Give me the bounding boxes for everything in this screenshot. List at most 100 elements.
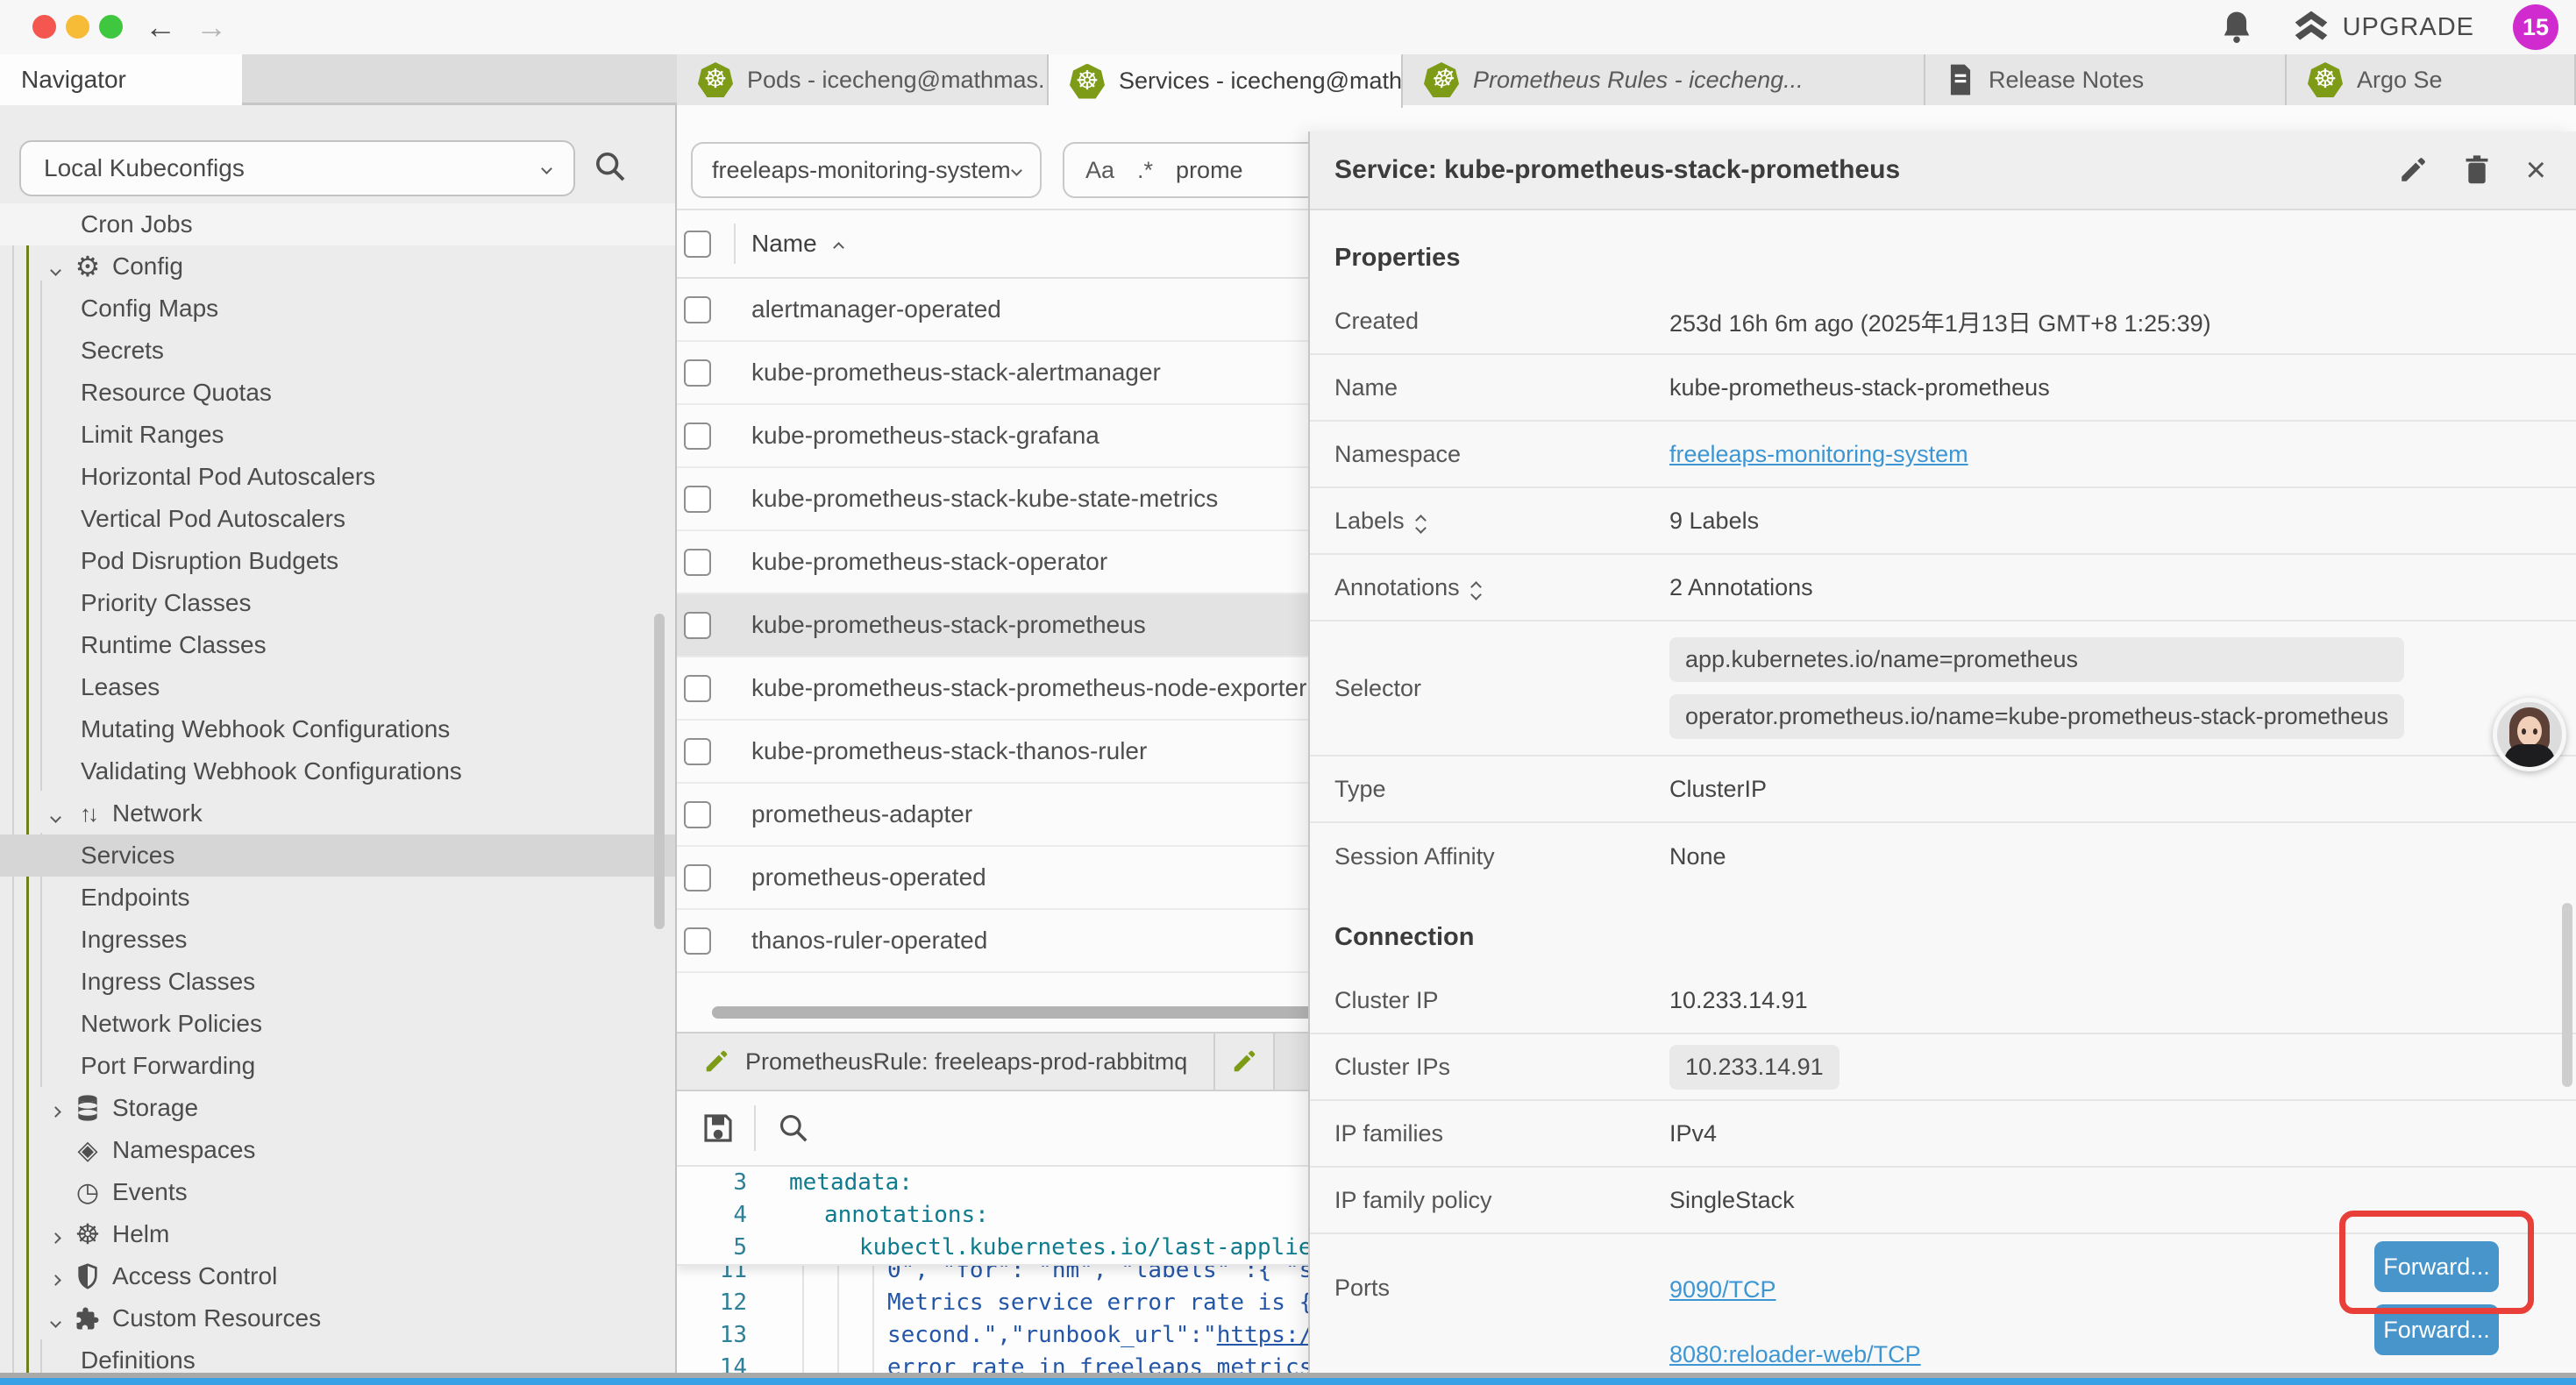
sidebar-item-ingress-classes[interactable]: Ingress Classes [0,961,677,1003]
sidebar-item-runtime-classes[interactable]: Runtime Classes [0,624,677,666]
forward-button[interactable]: Forward... [2374,1241,2499,1292]
selector-chip: app.kubernetes.io/name=prometheus [1669,637,2404,682]
sidebar-item-ingresses[interactable]: Ingresses [0,919,677,961]
detail-value: 10.233.14.91 [1669,987,1808,1014]
row-checkbox[interactable] [684,612,711,639]
account-badge[interactable]: 15 [2513,4,2558,50]
traffic-light-close[interactable] [32,15,56,39]
up-down-arrows-icon: ↑↓ [80,800,96,827]
chevron-down-icon[interactable] [50,265,61,276]
chevron-down-icon[interactable] [50,1317,61,1328]
clock-icon: ◷ [76,1177,99,1208]
name-column-header[interactable]: Name [751,230,817,258]
row-checkbox[interactable] [684,296,711,323]
navigator-sidebar: Local Kubeconfigs Cron Jobs⚙Config Config… [0,105,677,1385]
tab-services[interactable]: ☸Services - icecheng@math...× [1049,54,1403,108]
detail-title: Service: kube-prometheus-stack-prometheu… [1334,155,1900,185]
chevron-right-icon[interactable] [50,1106,61,1118]
history-back-button[interactable]: ← [140,5,181,49]
port-link[interactable]: 9090/TCP [1669,1276,1776,1303]
forward-button[interactable]: Forward... [2374,1304,2499,1355]
notifications-bell-icon[interactable] [2220,9,2253,46]
sidebar-item-helm[interactable]: ☸Helm [0,1213,677,1255]
navigator-panel-tab[interactable]: Navigator [0,54,242,105]
sidebar-item-services[interactable]: Services [0,835,677,877]
assistant-avatar[interactable] [2493,698,2566,771]
edit-icon[interactable] [2398,155,2428,185]
sidebar-item-namespaces[interactable]: ◈Namespaces [0,1129,677,1171]
editor-tab-label: PrometheusRule: freeleaps-prod-rabbitmq [745,1048,1187,1076]
chevron-down-icon [541,163,552,174]
tab-release[interactable]: Release Notes [1925,54,2287,105]
close-icon[interactable]: × [2526,153,2546,188]
row-checkbox[interactable] [684,486,711,513]
sidebar-item-label: Config Maps [81,295,218,323]
service-name: prometheus-operated [751,863,986,891]
sidebar-search-icon[interactable] [593,149,628,184]
sidebar-item-pod-disruption-budgets[interactable]: Pod Disruption Budgets [0,540,677,582]
editor-tab-prometheusrule[interactable]: PrometheusRule: freeleaps-prod-rabbitmq [677,1033,1215,1090]
sidebar-item-network-policies[interactable]: Network Policies [0,1003,677,1045]
sidebar-item-endpoints[interactable]: Endpoints [0,877,677,919]
sidebar-item-storage[interactable]: Storage [0,1087,677,1129]
sidebar-item-limit-ranges[interactable]: Limit Ranges [0,414,677,456]
history-forward-button[interactable]: → [191,5,231,49]
sidebar-item-config-maps[interactable]: Config Maps [0,288,677,330]
tab-label: Pods - icecheng@mathmas... [747,67,1049,94]
kubeconfig-select[interactable]: Local Kubeconfigs [19,140,575,196]
sidebar-item-mutating-webhook-configurations[interactable]: Mutating Webhook Configurations [0,708,677,750]
row-checkbox[interactable] [684,864,711,891]
traffic-light-zoom[interactable] [99,15,123,39]
sidebar-item-port-forwarding[interactable]: Port Forwarding [0,1045,677,1087]
sidebar-item-events[interactable]: ◷Events [0,1171,677,1213]
row-checkbox[interactable] [684,549,711,576]
regex-toggle[interactable]: .* [1137,157,1153,184]
detail-row-ip-family-policy: IP family policySingleStack [1310,1168,2576,1234]
port-link[interactable]: 8080:reloader-web/TCP [1669,1341,1921,1368]
upgrade-button[interactable]: UPGRADE [2292,8,2474,46]
sidebar-item-network[interactable]: ↑↓ Network [0,792,677,835]
sidebar-item-custom-resources[interactable]: Custom Resources [0,1297,677,1339]
delete-icon[interactable] [2463,154,2491,186]
chevron-right-icon[interactable] [50,1275,61,1286]
expand-collapse-icon[interactable] [1472,578,1480,599]
sidebar-item-leases[interactable]: Leases [0,666,677,708]
tab-prometheus[interactable]: ☸Prometheus Rules - icecheng... [1403,54,1925,105]
tab-argo[interactable]: ☸Argo Se [2287,54,2576,105]
detail-label: Labels [1310,508,1669,535]
namespace-link[interactable]: freeleaps-monitoring-system [1669,441,1968,468]
detail-row-name: Namekube-prometheus-stack-prometheus [1310,355,2576,422]
save-icon[interactable] [700,1110,737,1147]
sidebar-item-access-control[interactable]: Access Control [0,1255,677,1297]
traffic-light-minimize[interactable] [66,15,89,39]
upgrade-label: UPGRADE [2343,13,2474,42]
editor-tab-secondary[interactable] [1215,1033,1275,1090]
sidebar-item-vertical-pod-autoscalers[interactable]: Vertical Pod Autoscalers [0,498,677,540]
detail-scrollbar[interactable] [2562,903,2572,1087]
row-checkbox[interactable] [684,801,711,828]
chevron-down-icon[interactable] [50,812,61,823]
sidebar-item-cron-jobs[interactable]: Cron Jobs [0,203,677,245]
row-checkbox[interactable] [684,927,711,955]
sidebar-item-priority-classes[interactable]: Priority Classes [0,582,677,624]
editor-search-icon[interactable] [777,1112,810,1145]
sidebar-item-label: Network [112,799,203,827]
sidebar-item-resource-quotas[interactable]: Resource Quotas [0,372,677,414]
sidebar-item-validating-webhook-configurations[interactable]: Validating Webhook Configurations [0,750,677,792]
row-checkbox[interactable] [684,738,711,765]
service-name: alertmanager-operated [751,295,1001,323]
row-checkbox[interactable] [684,359,711,387]
sidebar-item-config[interactable]: ⚙Config [0,245,677,288]
row-checkbox[interactable] [684,423,711,450]
expand-collapse-icon[interactable] [1417,511,1425,532]
select-all-checkbox[interactable] [684,231,711,258]
sidebar-scrollbar[interactable] [654,614,665,929]
chevron-right-icon[interactable] [50,1232,61,1244]
namespace-select[interactable]: freeleaps-monitoring-system [691,142,1042,198]
sidebar-item-horizontal-pod-autoscalers[interactable]: Horizontal Pod Autoscalers [0,456,677,498]
sidebar-item-label: Port Forwarding [81,1052,255,1080]
sidebar-item-secrets[interactable]: Secrets [0,330,677,372]
tab-pods[interactable]: ☸Pods - icecheng@mathmas... [677,54,1049,105]
row-checkbox[interactable] [684,675,711,702]
match-case-toggle[interactable]: Aa [1085,157,1114,184]
